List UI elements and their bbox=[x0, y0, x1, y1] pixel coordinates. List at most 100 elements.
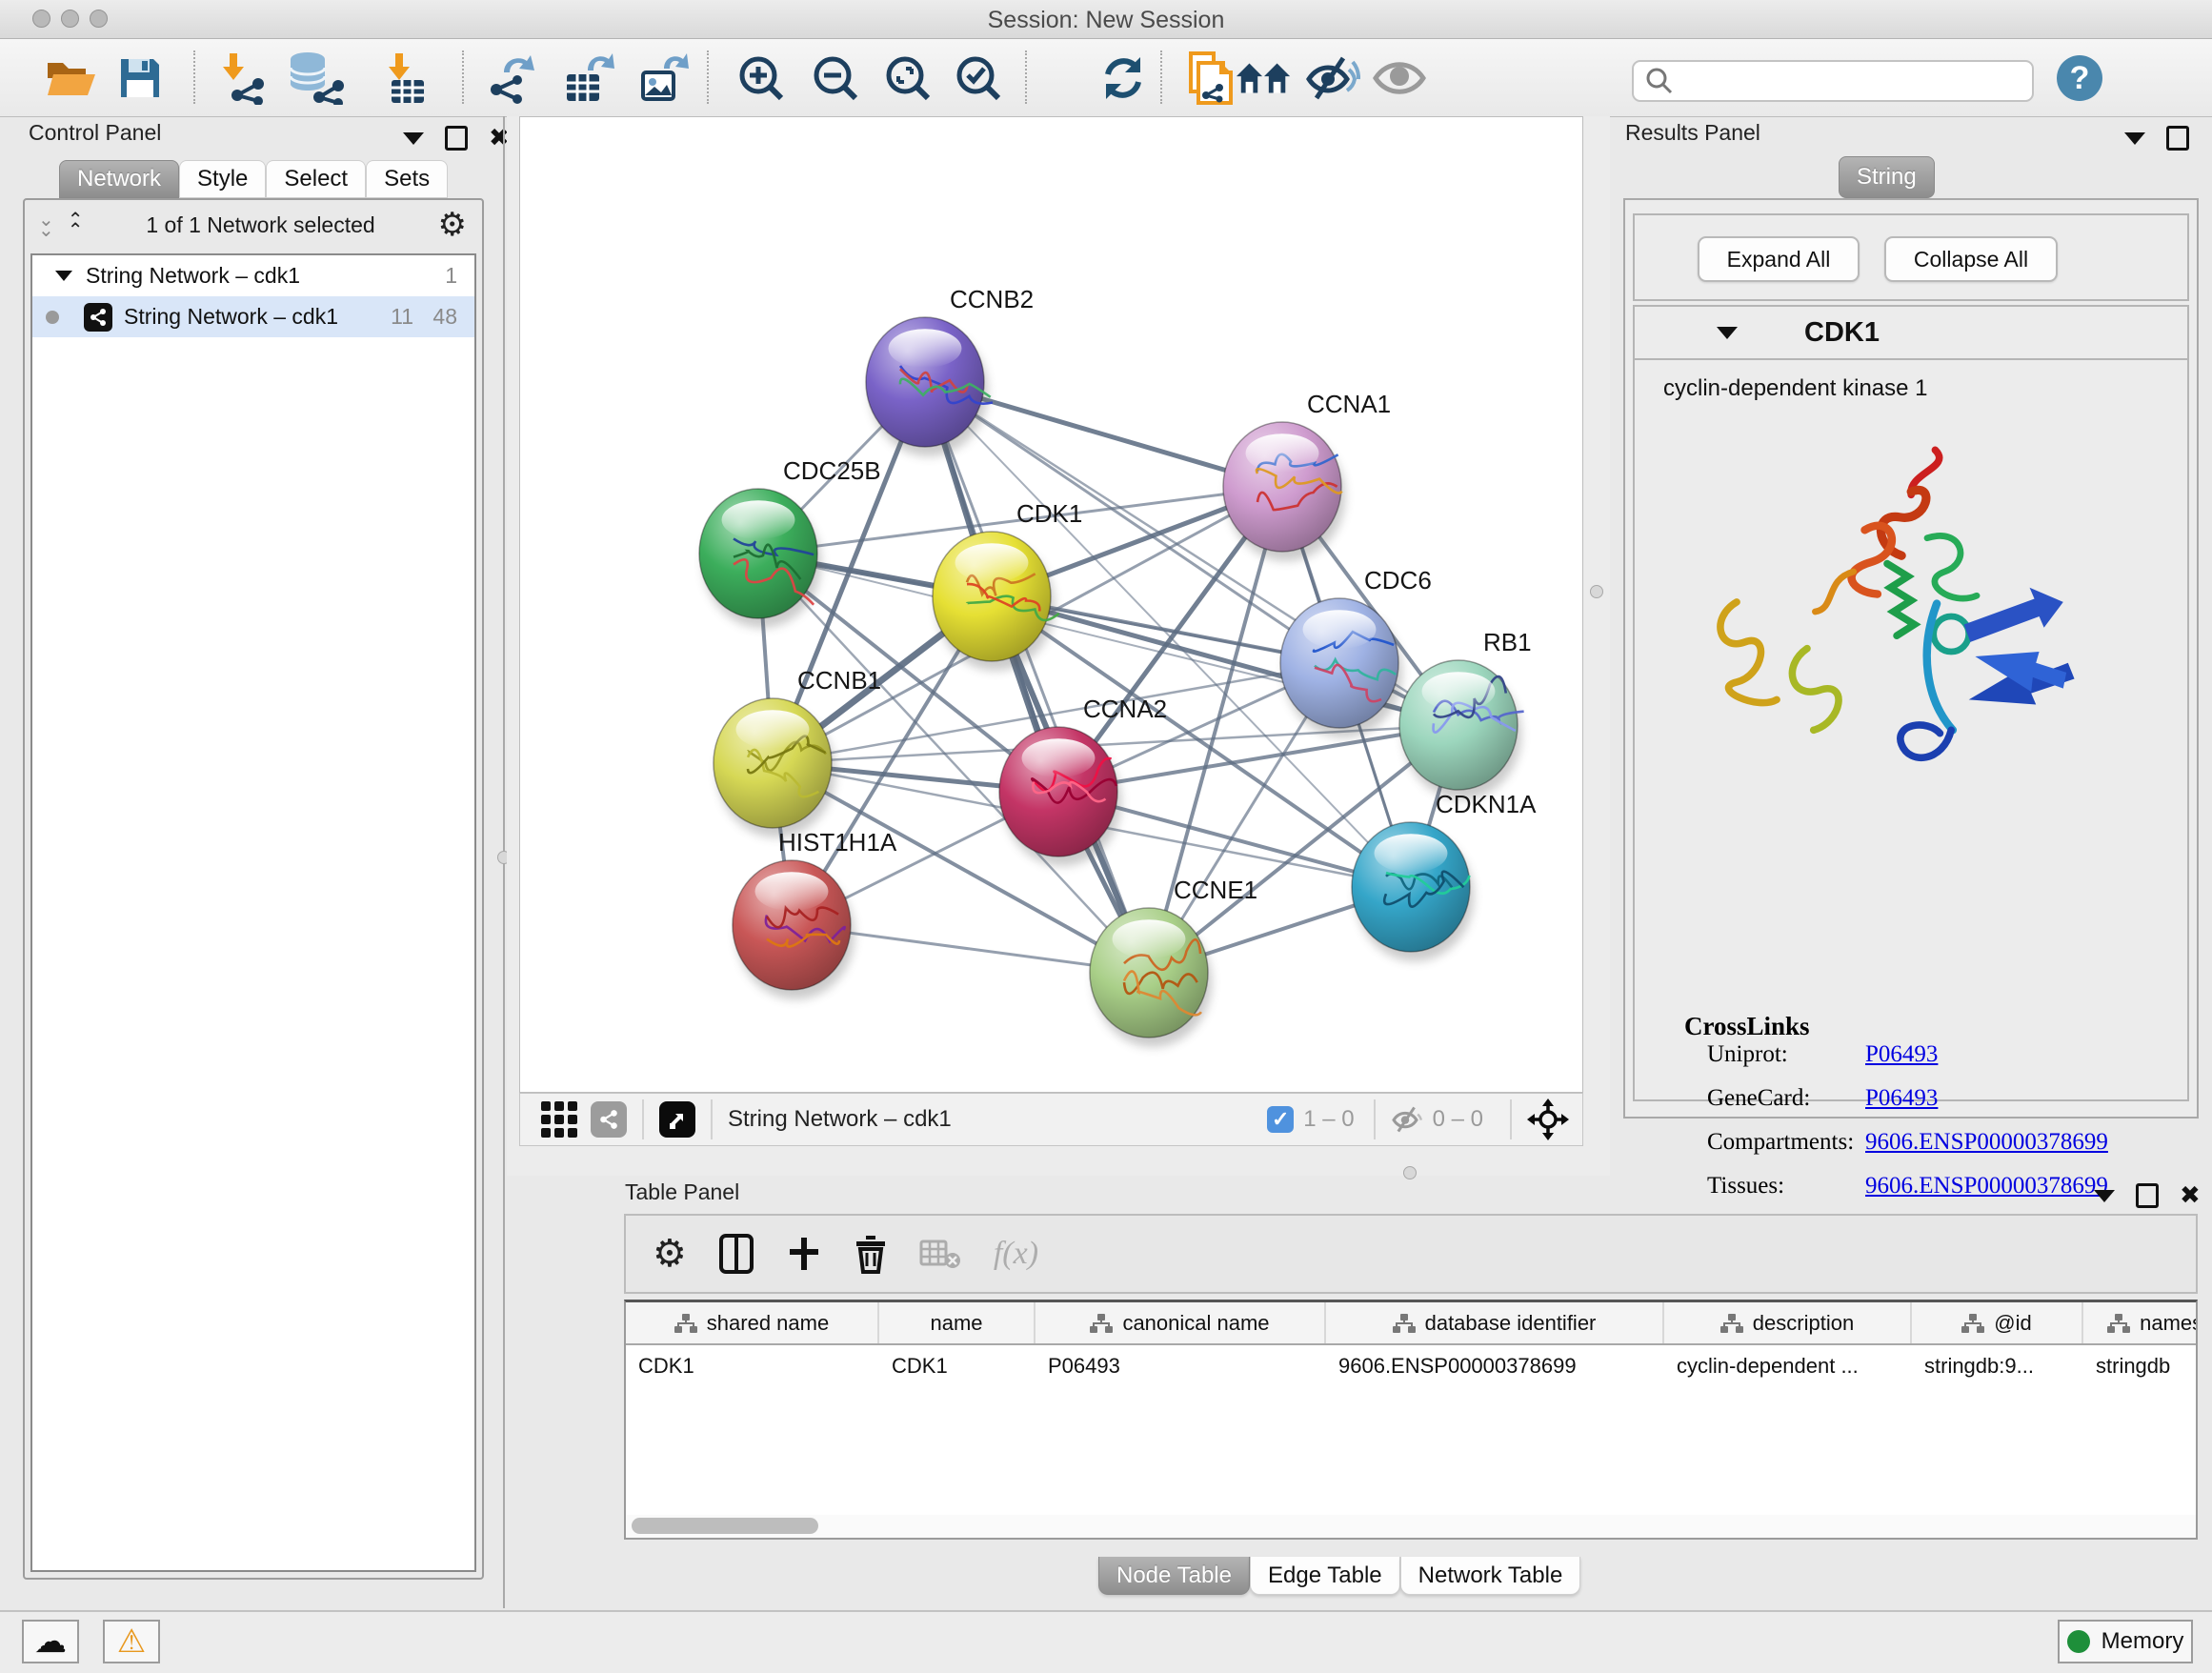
crosslink-link[interactable]: 9606.ENSP00000378699 bbox=[1865, 1129, 2108, 1156]
open-folder-icon[interactable] bbox=[42, 49, 101, 108]
table-settings-gear-icon[interactable]: ⚙ bbox=[653, 1235, 687, 1273]
control-panel: Control Panel ✖ NetworkStyleSelectSets ⌄… bbox=[17, 118, 488, 1580]
tab-node-table[interactable]: Node Table bbox=[1098, 1557, 1250, 1595]
tree-expand-icon[interactable] bbox=[55, 271, 72, 281]
table-row[interactable]: CDK1CDK1P064939606.ENSP00000378699cyclin… bbox=[626, 1345, 2196, 1386]
cell-@id[interactable]: stringdb:9... bbox=[1912, 1345, 2083, 1386]
hierarchy-icon bbox=[1720, 1313, 1743, 1334]
results-panel-title: Results Panel bbox=[1625, 120, 1760, 146]
import-table-icon[interactable] bbox=[373, 49, 432, 108]
selected-nodes-checkbox-icon[interactable]: ✓ bbox=[1267, 1106, 1294, 1133]
panel-menu-icon[interactable] bbox=[403, 132, 424, 145]
column-header-namespace[interactable]: namespace bbox=[2083, 1302, 2198, 1343]
table-panel-title: Table Panel bbox=[625, 1179, 739, 1205]
network-list-container: ⌄⌄ ⌃⌃ 1 of 1 Network selected ⚙ String N… bbox=[23, 198, 484, 1580]
node-ccna2[interactable]: CCNA2 bbox=[999, 695, 1167, 866]
network-tree: String Network – cdk1 1 String Network –… bbox=[30, 253, 476, 1572]
column-header-name[interactable]: name bbox=[879, 1302, 1036, 1343]
node-ccnb2[interactable]: CCNB2 bbox=[866, 285, 1034, 456]
zoom-fit-icon[interactable] bbox=[878, 49, 937, 108]
zoom-out-icon[interactable] bbox=[806, 49, 865, 108]
table-horizontal-scrollbar[interactable] bbox=[624, 1515, 2198, 1540]
cell-namespace[interactable]: stringdb bbox=[2083, 1345, 2198, 1386]
node-label: RB1 bbox=[1483, 628, 1532, 656]
help-icon[interactable]: ? bbox=[2050, 49, 2109, 108]
zoom-in-icon[interactable] bbox=[732, 49, 791, 108]
splitter-handle[interactable] bbox=[1590, 585, 1603, 598]
panel-menu-icon[interactable] bbox=[2094, 1190, 2115, 1202]
search-field[interactable] bbox=[1632, 60, 2034, 102]
delete-column-trash-icon[interactable] bbox=[855, 1234, 887, 1274]
delete-table-icon[interactable] bbox=[919, 1238, 961, 1270]
results-panel: Results Panel ✖ String Expand All Collap… bbox=[1610, 116, 2212, 1176]
cell-description[interactable]: cyclin-dependent ... bbox=[1664, 1345, 1912, 1386]
network-canvas[interactable]: CCNB2CCNA1CDC25BCDK1CDC6RB1CCNB1CCNA2CDK… bbox=[519, 116, 1583, 1093]
tab-network-table[interactable]: Network Table bbox=[1400, 1557, 1581, 1595]
column-header-@id[interactable]: @id bbox=[1912, 1302, 2083, 1343]
expand-all-icon[interactable]: ⌃⌃ bbox=[68, 214, 84, 235]
crosslink-label: Uniprot: bbox=[1707, 1041, 1788, 1068]
cell-name[interactable]: CDK1 bbox=[879, 1345, 1036, 1386]
tab-string[interactable]: String bbox=[1839, 156, 1935, 198]
column-header-canonical-name[interactable]: canonical name bbox=[1036, 1302, 1326, 1343]
import-network-from-database-icon[interactable] bbox=[286, 49, 345, 108]
float-panel-icon[interactable] bbox=[2166, 126, 2189, 151]
tab-select[interactable]: Select bbox=[266, 160, 366, 198]
home-views-icon[interactable] bbox=[1235, 49, 1294, 108]
memory-button[interactable]: Memory bbox=[2058, 1620, 2193, 1663]
snapshot-documents-icon[interactable] bbox=[1179, 49, 1238, 108]
column-header-description[interactable]: description bbox=[1664, 1302, 1912, 1343]
warnings-button[interactable]: ⚠ bbox=[103, 1620, 160, 1663]
node-section-header[interactable]: CDK1 bbox=[1635, 307, 2187, 360]
collapse-all-button[interactable]: Collapse All bbox=[1884, 236, 2058, 282]
close-panel-icon[interactable]: ✖ bbox=[2180, 1186, 2201, 1205]
network-collection-row[interactable]: String Network – cdk1 1 bbox=[32, 255, 474, 296]
search-input[interactable] bbox=[1681, 68, 2032, 94]
tab-edge-table[interactable]: Edge Table bbox=[1250, 1557, 1400, 1595]
cloud-button[interactable]: ☁ bbox=[22, 1620, 79, 1663]
import-network-icon[interactable] bbox=[213, 49, 272, 108]
float-panel-icon[interactable] bbox=[445, 126, 468, 151]
gene-name: CDK1 bbox=[1804, 317, 1880, 349]
save-icon[interactable] bbox=[111, 49, 170, 108]
function-builder-icon[interactable]: f(x) bbox=[994, 1236, 1038, 1272]
add-column-icon[interactable] bbox=[786, 1236, 822, 1272]
expand-all-button[interactable]: Expand All bbox=[1698, 236, 1860, 282]
refresh-icon[interactable] bbox=[1094, 49, 1153, 108]
show-eye-icon[interactable] bbox=[1370, 49, 1429, 108]
splitter-handle[interactable] bbox=[1403, 1166, 1417, 1179]
tab-network[interactable]: Network bbox=[59, 160, 179, 198]
gear-icon[interactable]: ⚙ bbox=[438, 209, 467, 241]
node-rb1[interactable]: RB1 bbox=[1399, 628, 1532, 799]
crosslink-link[interactable]: P06493 bbox=[1865, 1085, 1938, 1112]
cell-canonical-name[interactable]: P06493 bbox=[1036, 1345, 1326, 1386]
hierarchy-icon bbox=[1961, 1313, 1984, 1334]
network-overview-icon[interactable] bbox=[591, 1101, 627, 1138]
node-ccna1[interactable]: CCNA1 bbox=[1223, 390, 1391, 561]
zoom-selected-icon[interactable] bbox=[949, 49, 1008, 108]
export-table-icon[interactable] bbox=[560, 49, 619, 108]
pan-crosshair-icon[interactable] bbox=[1527, 1099, 1569, 1140]
float-panel-icon[interactable] bbox=[2136, 1183, 2159, 1208]
node-hist1h1a[interactable]: HIST1H1A bbox=[733, 828, 897, 999]
tab-sets[interactable]: Sets bbox=[366, 160, 448, 198]
edge[interactable] bbox=[925, 382, 1149, 973]
panel-menu-icon[interactable] bbox=[2124, 132, 2145, 145]
tab-style[interactable]: Style bbox=[179, 160, 266, 198]
column-header-database-identifier[interactable]: database identifier bbox=[1326, 1302, 1664, 1343]
scrollbar-thumb[interactable] bbox=[632, 1518, 818, 1534]
export-image-icon[interactable] bbox=[634, 49, 694, 108]
crosslink-link[interactable]: P06493 bbox=[1865, 1041, 1938, 1068]
hide-selection-eye-icon[interactable] bbox=[1303, 49, 1362, 108]
grid-view-icon[interactable] bbox=[541, 1101, 577, 1138]
export-network-icon[interactable] bbox=[482, 49, 541, 108]
network-row-selected[interactable]: String Network – cdk1 11 48 bbox=[32, 296, 474, 337]
show-columns-icon[interactable] bbox=[719, 1234, 754, 1274]
cell-shared-name[interactable]: CDK1 bbox=[626, 1345, 879, 1386]
section-collapse-icon[interactable] bbox=[1717, 327, 1738, 339]
birds-eye-view-icon[interactable] bbox=[659, 1101, 695, 1138]
cell-database-identifier[interactable]: 9606.ENSP00000378699 bbox=[1326, 1345, 1664, 1386]
column-header-shared-name[interactable]: shared name bbox=[626, 1302, 879, 1343]
collapse-all-icon[interactable]: ⌄⌄ bbox=[38, 214, 54, 235]
node-cdkn1a[interactable]: CDKN1A bbox=[1352, 790, 1537, 961]
